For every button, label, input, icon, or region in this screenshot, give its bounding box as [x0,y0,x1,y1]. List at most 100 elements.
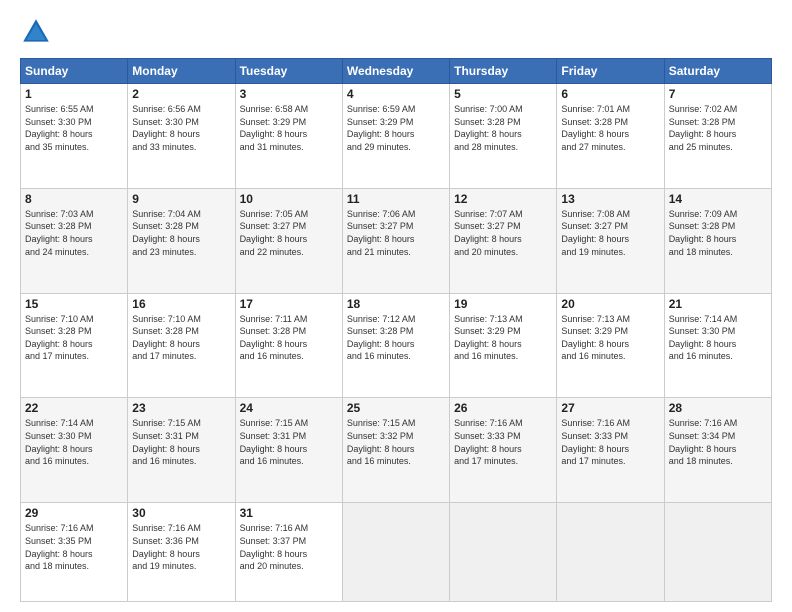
day-info: Sunrise: 7:02 AM Sunset: 3:28 PM Dayligh… [669,103,767,153]
col-header-monday: Monday [128,59,235,84]
calendar-cell-6: 6 Sunrise: 7:01 AM Sunset: 3:28 PM Daylig… [557,84,664,189]
calendar-week-5: 29 Sunrise: 7:16 AM Sunset: 3:35 PM Dayli… [21,503,772,602]
day-info: Sunrise: 7:16 AM Sunset: 3:36 PM Dayligh… [132,522,230,572]
day-number: 2 [132,87,230,101]
day-info: Sunrise: 6:56 AM Sunset: 3:30 PM Dayligh… [132,103,230,153]
calendar-cell-8: 8 Sunrise: 7:03 AM Sunset: 3:28 PM Daylig… [21,188,128,293]
calendar-week-4: 22Sunrise: 7:14 AM Sunset: 3:30 PM Dayli… [21,398,772,503]
day-info: Sunrise: 7:15 AM Sunset: 3:31 PM Dayligh… [240,417,338,467]
calendar-cell-19: 19 Sunrise: 7:13 AM Sunset: 3:29 PM Dayli… [450,293,557,398]
day-number: 31 [240,506,338,520]
calendar-cell-22: 22Sunrise: 7:14 AM Sunset: 3:30 PM Dayli… [21,398,128,503]
day-info: Sunrise: 7:12 AM Sunset: 3:28 PM Dayligh… [347,313,445,363]
day-info: Sunrise: 7:01 AM Sunset: 3:28 PM Dayligh… [561,103,659,153]
calendar-cell-4: 4 Sunrise: 6:59 AM Sunset: 3:29 PM Daylig… [342,84,449,189]
day-info: Sunrise: 6:59 AM Sunset: 3:29 PM Dayligh… [347,103,445,153]
day-number: 20 [561,297,659,311]
day-info: Sunrise: 7:16 AM Sunset: 3:35 PM Dayligh… [25,522,123,572]
day-info: Sunrise: 7:09 AM Sunset: 3:28 PM Dayligh… [669,208,767,258]
day-info: Sunrise: 6:58 AM Sunset: 3:29 PM Dayligh… [240,103,338,153]
calendar-cell-14: 14 Sunrise: 7:09 AM Sunset: 3:28 PM Dayli… [664,188,771,293]
calendar-cell-23: 23 Sunrise: 7:15 AM Sunset: 3:31 PM Dayli… [128,398,235,503]
calendar-cell-31: 31 Sunrise: 7:16 AM Sunset: 3:37 PM Dayli… [235,503,342,602]
day-info: Sunrise: 7:16 AM Sunset: 3:33 PM Dayligh… [454,417,552,467]
day-info: Sunrise: 7:10 AM Sunset: 3:28 PM Dayligh… [25,313,123,363]
day-number: 11 [347,192,445,206]
col-header-sunday: Sunday [21,59,128,84]
day-number: 21 [669,297,767,311]
calendar-cell-30: 30Sunrise: 7:16 AM Sunset: 3:36 PM Dayli… [128,503,235,602]
day-number: 19 [454,297,552,311]
col-header-friday: Friday [557,59,664,84]
day-info: Sunrise: 7:16 AM Sunset: 3:33 PM Dayligh… [561,417,659,467]
day-info: Sunrise: 7:16 AM Sunset: 3:37 PM Dayligh… [240,522,338,572]
calendar-cell-7: 7 Sunrise: 7:02 AM Sunset: 3:28 PM Daylig… [664,84,771,189]
calendar-cell-11: 11 Sunrise: 7:06 AM Sunset: 3:27 PM Dayli… [342,188,449,293]
calendar-cell-13: 13Sunrise: 7:08 AM Sunset: 3:27 PM Dayli… [557,188,664,293]
header [20,16,772,48]
day-number: 14 [669,192,767,206]
calendar-cell-9: 9Sunrise: 7:04 AM Sunset: 3:28 PM Daylig… [128,188,235,293]
day-number: 24 [240,401,338,415]
day-number: 12 [454,192,552,206]
day-number: 7 [669,87,767,101]
day-info: Sunrise: 7:13 AM Sunset: 3:29 PM Dayligh… [454,313,552,363]
calendar-cell-29: 29 Sunrise: 7:16 AM Sunset: 3:35 PM Dayli… [21,503,128,602]
calendar-cell-17: 17 Sunrise: 7:11 AM Sunset: 3:28 PM Dayli… [235,293,342,398]
day-number: 17 [240,297,338,311]
day-info: Sunrise: 7:15 AM Sunset: 3:31 PM Dayligh… [132,417,230,467]
calendar-cell-16: 16 Sunrise: 7:10 AM Sunset: 3:28 PM Dayli… [128,293,235,398]
day-number: 16 [132,297,230,311]
calendar-cell-27: 27 Sunrise: 7:16 AM Sunset: 3:33 PM Dayli… [557,398,664,503]
calendar-cell-5: 5 Sunrise: 7:00 AM Sunset: 3:28 PM Daylig… [450,84,557,189]
day-info: Sunrise: 7:05 AM Sunset: 3:27 PM Dayligh… [240,208,338,258]
day-info: Sunrise: 7:14 AM Sunset: 3:30 PM Dayligh… [669,313,767,363]
page: SundayMondayTuesdayWednesdayThursdayFrid… [0,0,792,612]
day-info: Sunrise: 7:00 AM Sunset: 3:28 PM Dayligh… [454,103,552,153]
day-number: 6 [561,87,659,101]
day-number: 8 [25,192,123,206]
day-info: Sunrise: 6:55 AM Sunset: 3:30 PM Dayligh… [25,103,123,153]
calendar-cell-35 [664,503,771,602]
calendar-cell-28: 28Sunrise: 7:16 AM Sunset: 3:34 PM Dayli… [664,398,771,503]
day-info: Sunrise: 7:11 AM Sunset: 3:28 PM Dayligh… [240,313,338,363]
day-number: 26 [454,401,552,415]
day-info: Sunrise: 7:08 AM Sunset: 3:27 PM Dayligh… [561,208,659,258]
calendar-week-3: 15 Sunrise: 7:10 AM Sunset: 3:28 PM Dayli… [21,293,772,398]
day-number: 4 [347,87,445,101]
day-number: 22 [25,401,123,415]
calendar-cell-34 [557,503,664,602]
day-number: 5 [454,87,552,101]
calendar-cell-24: 24 Sunrise: 7:15 AM Sunset: 3:31 PM Dayli… [235,398,342,503]
calendar-cell-1: 1 Sunrise: 6:55 AM Sunset: 3:30 PM Daylig… [21,84,128,189]
calendar-cell-33 [450,503,557,602]
calendar-cell-10: 10Sunrise: 7:05 AM Sunset: 3:27 PM Dayli… [235,188,342,293]
day-info: Sunrise: 7:03 AM Sunset: 3:28 PM Dayligh… [25,208,123,258]
calendar-cell-25: 25 Sunrise: 7:15 AM Sunset: 3:32 PM Dayli… [342,398,449,503]
calendar-cell-18: 18 Sunrise: 7:12 AM Sunset: 3:28 PM Dayli… [342,293,449,398]
day-number: 3 [240,87,338,101]
calendar-table: SundayMondayTuesdayWednesdayThursdayFrid… [20,58,772,602]
day-number: 27 [561,401,659,415]
calendar-cell-20: 20Sunrise: 7:13 AM Sunset: 3:29 PM Dayli… [557,293,664,398]
day-info: Sunrise: 7:15 AM Sunset: 3:32 PM Dayligh… [347,417,445,467]
day-number: 18 [347,297,445,311]
calendar-cell-21: 21 Sunrise: 7:14 AM Sunset: 3:30 PM Dayli… [664,293,771,398]
day-number: 15 [25,297,123,311]
day-info: Sunrise: 7:06 AM Sunset: 3:27 PM Dayligh… [347,208,445,258]
day-info: Sunrise: 7:07 AM Sunset: 3:27 PM Dayligh… [454,208,552,258]
day-number: 25 [347,401,445,415]
day-number: 29 [25,506,123,520]
calendar-week-2: 8 Sunrise: 7:03 AM Sunset: 3:28 PM Daylig… [21,188,772,293]
logo-icon [20,16,52,48]
col-header-tuesday: Tuesday [235,59,342,84]
day-number: 9 [132,192,230,206]
calendar-cell-12: 12 Sunrise: 7:07 AM Sunset: 3:27 PM Dayli… [450,188,557,293]
day-number: 1 [25,87,123,101]
logo [20,16,56,48]
calendar-cell-3: 3 Sunrise: 6:58 AM Sunset: 3:29 PM Daylig… [235,84,342,189]
day-info: Sunrise: 7:10 AM Sunset: 3:28 PM Dayligh… [132,313,230,363]
day-number: 23 [132,401,230,415]
col-header-saturday: Saturday [664,59,771,84]
col-header-wednesday: Wednesday [342,59,449,84]
